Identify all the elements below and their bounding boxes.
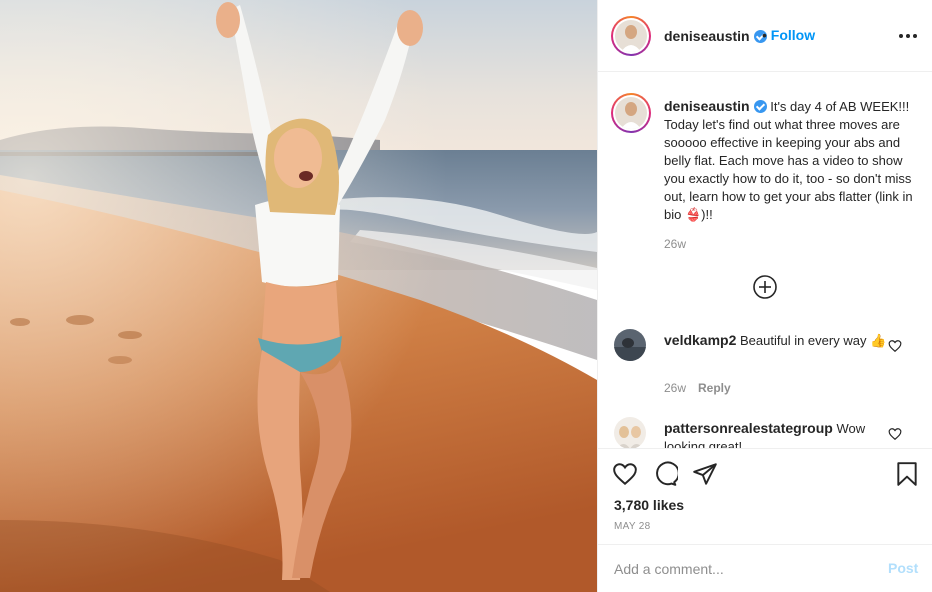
comment-item: pattersonrealestategroup Wow looking gre… [598, 417, 932, 448]
comment-username[interactable]: pattersonrealestategroup [664, 420, 833, 436]
author-avatar[interactable] [611, 16, 651, 56]
commenter-avatar[interactable] [614, 417, 646, 448]
verified-badge-icon [753, 100, 767, 113]
caption-avatar-image [615, 97, 647, 129]
caption-avatar[interactable] [611, 93, 651, 133]
follow-separator: • [762, 27, 767, 43]
post-actions: 3,780 likes MAY 28 [598, 448, 932, 544]
post-header: deniseaustin • Follow [598, 0, 932, 72]
post-photo[interactable] [0, 0, 597, 592]
comment-text: veldkamp2 Beautiful in every way 👍 [664, 331, 892, 350]
follow-group: • Follow [762, 27, 815, 43]
follow-button[interactable]: Follow [771, 27, 815, 43]
comment-like-heart-icon[interactable] [888, 427, 902, 441]
commenter-avatar-image [614, 329, 646, 361]
heart-icon[interactable] [612, 461, 638, 487]
more-options-icon[interactable] [896, 24, 920, 48]
caption-timestamp[interactable]: 26w [664, 237, 686, 251]
comment-meta: 26w Reply [664, 381, 731, 395]
reply-button[interactable]: Reply [698, 381, 731, 395]
paper-plane-icon[interactable] [692, 461, 718, 487]
author-avatar-image [615, 20, 647, 52]
add-comment-bar: Post [598, 544, 932, 592]
post-side-panel: deniseaustin • Follow deniseaustin It's … [597, 0, 932, 592]
comment-text: pattersonrealestategroup Wow looking gre… [664, 419, 892, 448]
comment-body: Beautiful in every way 👍 [740, 333, 887, 348]
comment-like-heart-icon[interactable] [888, 339, 902, 353]
comments-section[interactable]: deniseaustin It's day 4 of AB WEEK!!! To… [598, 73, 932, 448]
instagram-post: deniseaustin • Follow deniseaustin It's … [0, 0, 932, 592]
post-comment-button[interactable]: Post [888, 560, 918, 576]
plus-circle-icon[interactable] [752, 274, 778, 300]
bookmark-icon[interactable] [894, 461, 920, 487]
comment-timestamp[interactable]: 26w [664, 381, 686, 395]
caption-body: It's day 4 of AB WEEK!!! Today let's fin… [664, 99, 913, 222]
caption-text: deniseaustin It's day 4 of AB WEEK!!! To… [664, 97, 916, 224]
comment-icon[interactable] [652, 461, 678, 487]
post-date[interactable]: MAY 28 [614, 521, 650, 532]
comment-input[interactable] [614, 559, 864, 579]
beach-photo-image [0, 0, 597, 592]
likes-count[interactable]: 3,780 likes [614, 497, 684, 513]
caption-username[interactable]: deniseaustin [664, 98, 750, 114]
commenter-avatar-image [614, 417, 646, 448]
commenter-avatar[interactable] [614, 329, 646, 361]
comment-username[interactable]: veldkamp2 [664, 332, 736, 348]
author-username[interactable]: deniseaustin [664, 28, 767, 44]
comment-item: veldkamp2 Beautiful in every way 👍 26w Re… [598, 327, 932, 407]
author-username-text[interactable]: deniseaustin [664, 28, 750, 44]
